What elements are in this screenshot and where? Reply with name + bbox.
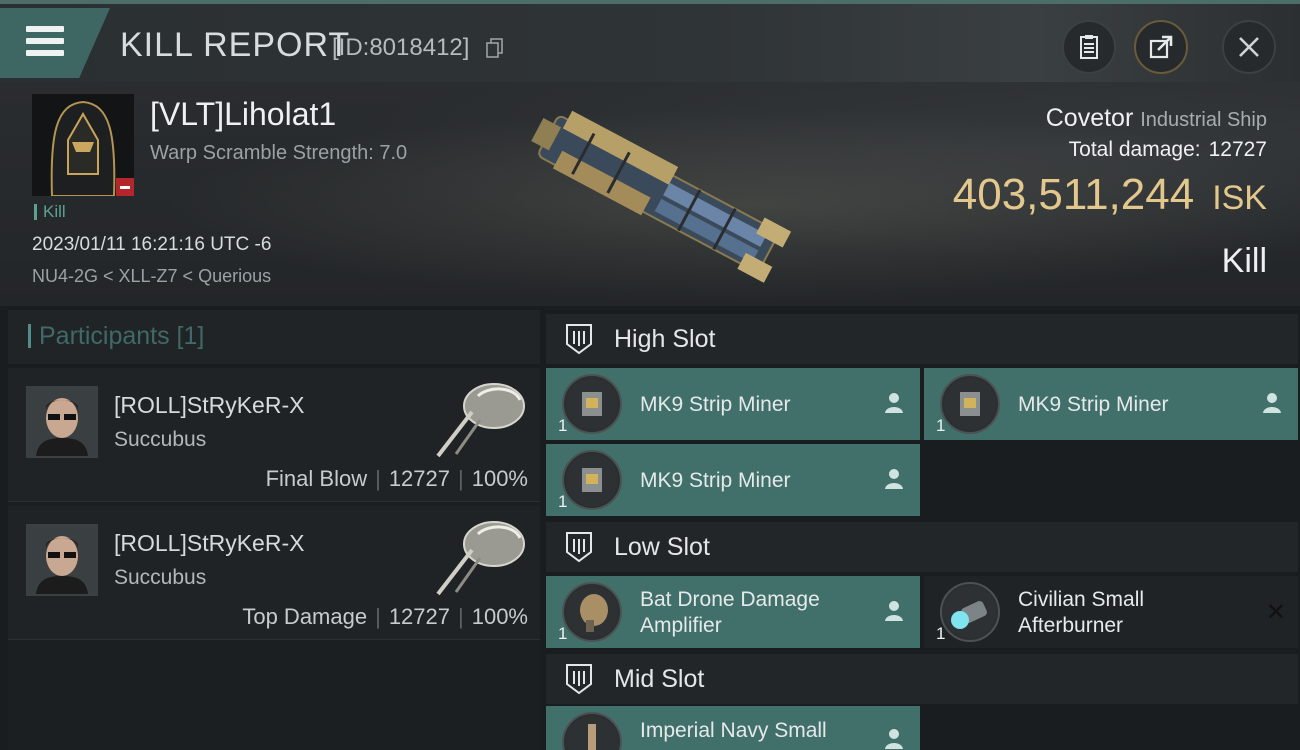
module-item[interactable]: 1 Civilian Small Afterburner ✕ (924, 576, 1298, 648)
victim-portrait[interactable] (32, 94, 134, 196)
module-item[interactable]: 1 MK9 Strip Miner (546, 368, 920, 440)
succubus-ship-icon (436, 521, 525, 596)
attacker-portrait (28, 526, 96, 594)
participants-title: Participants [1] (28, 324, 204, 349)
high-slot-label: High Slot (614, 325, 716, 353)
attacker-stats: Top Damage | 12727 | 100% (242, 604, 528, 629)
module-quantity: 1 (936, 624, 946, 643)
module-quantity: 1 (558, 624, 568, 643)
attacker-portrait (28, 388, 96, 456)
kill-datetime: 2023/01/11 16:21:16 UTC -6 (32, 234, 272, 255)
share-button[interactable] (1134, 20, 1188, 74)
strip-miner-icon (562, 374, 622, 434)
attacker-percent: 100% (471, 466, 528, 491)
module-name: MK9 Strip Miner (640, 393, 791, 416)
victim-ship-image (531, 110, 792, 283)
module-quantity: 1 (558, 492, 568, 511)
afterburner-icon (940, 582, 1000, 642)
attacker-damage: 12727 (388, 604, 450, 629)
module-name: MK9 Strip Miner (640, 469, 791, 492)
module-quantity: 1 (558, 416, 568, 435)
participant-row[interactable]: [ROLL]StRyKeR-X Succubus Final Blow | 1272… (8, 368, 540, 502)
participants-list: [ROLL]StRyKeR-X Succubus Final Blow | 1272… (8, 368, 540, 750)
page-title: KILL REPORT (120, 26, 351, 64)
report-log-button[interactable] (1062, 20, 1116, 74)
warp-scramble-strength: Warp Scramble Strength: 7.0 (150, 142, 408, 164)
isk-amount: 403,511,244 (952, 170, 1195, 219)
module-name-line1: Civilian Small (1018, 588, 1145, 611)
destroyed-x-icon: ✕ (1265, 599, 1286, 626)
loss-badge (116, 178, 134, 196)
mid-slot-icon (566, 664, 592, 695)
drone-amplifier-icon (562, 582, 622, 642)
attacker-name[interactable]: [ROLL]StRyKeR-X (114, 530, 304, 557)
menu-button[interactable] (0, 8, 110, 78)
module-name-line2: Afterburner (1018, 614, 1124, 637)
share-icon (1149, 35, 1173, 59)
module-item[interactable]: Imperial Navy Small (546, 706, 920, 750)
strip-miner-icon (940, 374, 1000, 434)
attacker-avatar[interactable] (26, 386, 98, 458)
attacker-name[interactable]: [ROLL]StRyKeR-X (114, 392, 304, 419)
attacker-stats: Final Blow | 12727 | 100% (265, 466, 528, 491)
module-name-line1: Bat Drone Damage (640, 588, 820, 611)
fitted-person-icon (885, 729, 903, 749)
strip-miner-icon (562, 450, 622, 510)
victim-ship-type[interactable]: Covetor Industrial Ship (1046, 104, 1267, 133)
close-button[interactable] (1222, 20, 1276, 74)
attacker-avatar[interactable] (26, 524, 98, 596)
kill-location[interactable]: NU4-2G < XLL-Z7 < Querious (32, 266, 271, 287)
attacker-role: Final Blow (265, 466, 368, 491)
module-item[interactable]: 1 Bat Drone Damage Amplifier (546, 576, 920, 648)
victim-pilot-name[interactable]: [VLT]Liholat1 (150, 96, 336, 133)
attacker-damage: 12727 (388, 466, 450, 491)
close-icon (1239, 37, 1259, 57)
module-quantity: 1 (936, 416, 946, 435)
copy-icon[interactable] (486, 38, 504, 58)
low-slot-label: Low Slot (614, 533, 710, 561)
attacker-percent: 100% (471, 604, 528, 629)
navy-module-icon (562, 712, 622, 750)
module-name: Imperial Navy Small (640, 719, 827, 742)
total-damage: Total damage: 12727 (1069, 138, 1267, 162)
total-damage-label: Total damage: (1068, 138, 1201, 161)
ship-class: Industrial Ship (1140, 109, 1267, 131)
participant-row[interactable]: [ROLL]StRyKeR-X Succubus Top Damage | 1272… (8, 506, 540, 640)
total-damage-value: 12727 (1208, 138, 1267, 161)
attacker-ship: Succubus (114, 566, 207, 589)
isk-unit: ISK (1212, 179, 1267, 217)
low-slot-header: Low Slot (546, 522, 1298, 572)
fitted-person-icon (885, 601, 903, 621)
result-label: Kill (1221, 242, 1267, 280)
module-name: MK9 Strip Miner (1018, 393, 1169, 416)
module-name-line2: Amplifier (640, 614, 722, 637)
victim-banner: [VLT]Liholat1 Warp Scramble Strength: 7.… (0, 82, 1300, 306)
mid-slot-header: Mid Slot (546, 654, 1298, 704)
succubus-ship-icon (436, 383, 525, 458)
kill-tag: Kill (34, 203, 66, 220)
low-slot-icon (566, 532, 592, 563)
fitted-person-icon (1263, 393, 1281, 413)
module-name: Civilian Small Afterburner (1018, 587, 1144, 639)
high-slot-icon (566, 324, 592, 355)
attacker-ship: Succubus (114, 428, 207, 451)
attacker-role: Top Damage (242, 604, 368, 629)
hamburger-icon (26, 26, 64, 56)
ship-name: Covetor (1045, 104, 1134, 132)
report-id: [ID:8018412] (332, 34, 470, 61)
fitted-person-icon (885, 393, 903, 413)
kill-report-header: KILL REPORT [ID:8018412] (0, 4, 1300, 82)
fitted-person-icon (885, 469, 903, 489)
high-slot-header: High Slot (546, 314, 1298, 364)
clipboard-icon (1080, 35, 1098, 59)
module-item[interactable]: 1 MK9 Strip Miner (924, 368, 1298, 440)
isk-value: 403,511,244 ISK (953, 170, 1267, 220)
participants-header: Participants [1] (8, 310, 540, 364)
module-name: Bat Drone Damage Amplifier (640, 587, 820, 639)
mid-slot-label: Mid Slot (614, 665, 705, 693)
module-item[interactable]: 1 MK9 Strip Miner (546, 444, 920, 516)
